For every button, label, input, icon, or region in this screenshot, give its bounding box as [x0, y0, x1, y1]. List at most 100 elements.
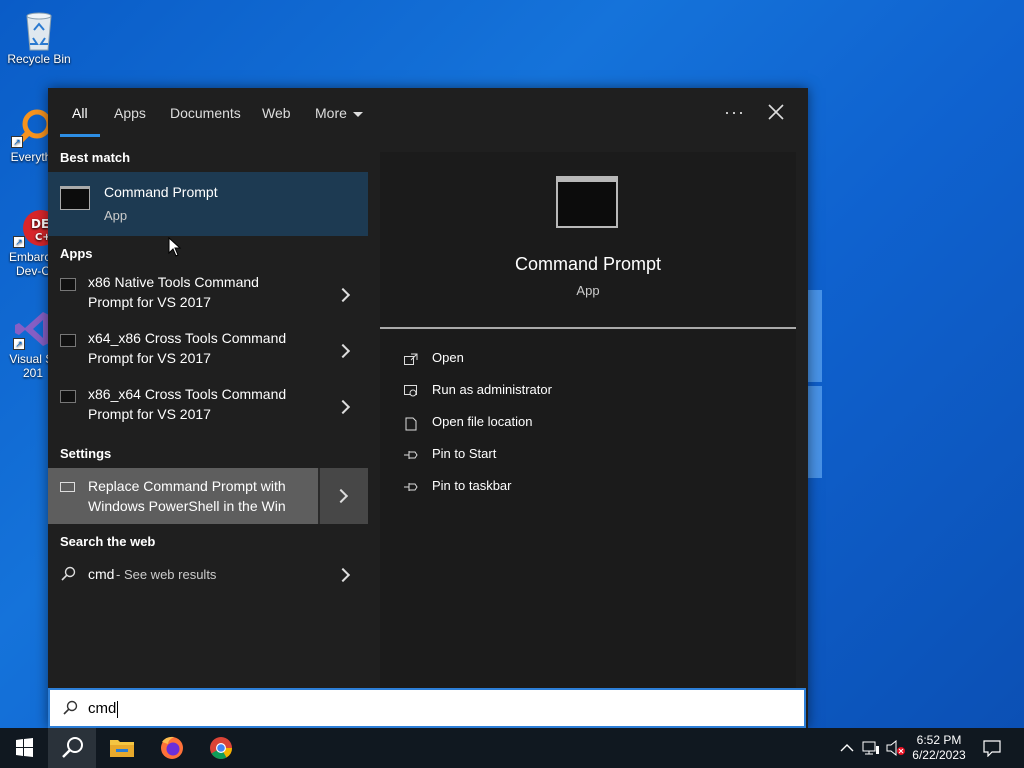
taskbar: 6:52 PM 6/22/2023 [0, 728, 1024, 768]
taskbar-firefox[interactable] [148, 728, 196, 768]
app-item-line1: x86 Native Tools Command [88, 274, 259, 290]
command-prompt-icon [60, 334, 76, 347]
tab-documents[interactable]: Documents [170, 105, 241, 121]
firefox-icon [161, 736, 183, 759]
settings-item-line2: Windows PowerShell in the Win [88, 498, 286, 514]
taskbar-search-button[interactable] [48, 728, 96, 768]
best-match-title: Command Prompt [104, 184, 218, 200]
best-match-subtitle: App [104, 208, 128, 223]
action-label: Pin to taskbar [432, 478, 512, 493]
tab-all[interactable]: All [72, 105, 88, 121]
section-settings: Settings [60, 446, 112, 461]
list-item[interactable]: x86_x64 Cross Tools Command Prompt for V… [48, 384, 368, 436]
action-run-as-admin[interactable]: Run as administrator [404, 382, 552, 397]
search-tabs: All Apps Documents Web More ··· [48, 88, 808, 140]
file-location-icon [404, 417, 418, 431]
network-icon[interactable] [862, 740, 880, 756]
action-label: Open file location [432, 414, 533, 429]
windows-logo-icon [16, 738, 33, 757]
search-icon [62, 737, 83, 758]
command-prompt-icon [60, 186, 90, 210]
settings-item-powershell[interactable]: Replace Command Prompt with Windows Powe… [48, 468, 368, 524]
command-prompt-icon [60, 390, 76, 403]
search-icon [61, 566, 76, 581]
tab-more[interactable]: More [315, 105, 363, 121]
app-item-line2: Prompt for VS 2017 [88, 406, 211, 422]
tab-web[interactable]: Web [262, 105, 291, 121]
list-item[interactable]: x86 Native Tools Command Prompt for VS 2… [48, 272, 368, 324]
recycle-bin-icon [19, 8, 59, 51]
app-item-line2: Prompt for VS 2017 [88, 350, 211, 366]
command-prompt-icon [60, 278, 76, 291]
settings-expand-button[interactable] [318, 468, 368, 524]
open-icon [404, 353, 418, 365]
everything-search-icon: ↗ [11, 106, 52, 148]
app-item-line1: x64_x86 Cross Tools Command [88, 330, 287, 346]
pin-icon [404, 449, 418, 461]
wallpaper-logo-pane [808, 290, 822, 382]
app-item-line2: Prompt for VS 2017 [88, 294, 211, 310]
settings-icon [60, 482, 75, 492]
active-tab-indicator [60, 134, 100, 137]
notification-icon[interactable] [982, 739, 1002, 757]
web-search-suffix: - See web results [116, 567, 217, 582]
taskbar-chrome[interactable] [197, 728, 245, 768]
section-best-match: Best match [60, 150, 131, 165]
chevron-right-icon [333, 488, 349, 504]
action-label: Run as administrator [432, 382, 552, 397]
search-icon [63, 700, 78, 715]
desktop-icon-recycle-bin[interactable]: Recycle Bin [4, 8, 74, 66]
desktop-icon-label: Recycle Bin [7, 52, 71, 66]
section-apps: Apps [60, 246, 93, 261]
mouse-cursor-icon [168, 237, 182, 257]
settings-item-line1: Replace Command Prompt with [88, 478, 286, 494]
folder-icon [110, 740, 134, 757]
preview-subtitle: App [576, 283, 600, 298]
action-pin-to-start[interactable]: Pin to Start [404, 446, 496, 461]
wallpaper-logo-pane [808, 386, 822, 478]
results-list: Best match Command Prompt App Apps x86 N… [48, 140, 368, 688]
chevron-right-icon[interactable] [335, 343, 351, 359]
best-match-command-prompt[interactable]: Command Prompt App [48, 172, 368, 236]
tab-more-label: More [315, 105, 347, 121]
system-clock[interactable]: 6:52 PM 6/22/2023 [906, 733, 972, 763]
close-button[interactable] [766, 102, 786, 122]
visual-studio-icon: ↗ [13, 308, 53, 350]
text-caret [117, 700, 119, 718]
preview-pane: Command Prompt App Open Run as administr… [380, 152, 796, 688]
command-prompt-icon [556, 176, 618, 228]
web-search-query: cmd [88, 566, 115, 582]
chevron-up-icon[interactable] [840, 743, 854, 753]
search-input-value: cmd [88, 700, 119, 718]
shortcut-arrow-icon: ↗ [11, 136, 23, 148]
tab-apps[interactable]: Apps [114, 105, 146, 121]
devcpp-icon: DEVC++ ↗ [13, 206, 59, 248]
chevron-right-icon[interactable] [335, 287, 351, 303]
chevron-down-icon [352, 111, 363, 117]
taskbar-file-explorer[interactable] [98, 728, 146, 768]
volume-muted-icon[interactable] [886, 740, 906, 756]
clock-time: 6:52 PM [916, 733, 962, 747]
list-item[interactable]: x64_x86 Cross Tools Command Prompt for V… [48, 328, 368, 380]
start-search-panel: All Apps Documents Web More ··· Best mat… [48, 88, 808, 728]
shortcut-arrow-icon: ↗ [13, 338, 25, 350]
chrome-icon [210, 737, 232, 759]
action-label: Pin to Start [432, 446, 497, 461]
action-open[interactable]: Open [404, 350, 464, 365]
search-text: cmd [88, 700, 117, 717]
chevron-right-icon[interactable] [335, 567, 351, 583]
section-search-web: Search the web [60, 534, 156, 549]
pin-icon [404, 481, 418, 493]
app-item-line1: x86_x64 Cross Tools Command [88, 386, 287, 402]
preview-title: Command Prompt [514, 254, 662, 274]
action-pin-to-taskbar[interactable]: Pin to taskbar [404, 478, 512, 493]
clock-date: 6/22/2023 [912, 748, 966, 762]
more-options-button[interactable]: ··· [724, 102, 745, 123]
search-input[interactable]: cmd [48, 688, 806, 728]
action-open-file-location[interactable]: Open file location [404, 414, 533, 431]
start-button[interactable] [0, 728, 48, 768]
close-icon [768, 104, 784, 120]
shortcut-arrow-icon: ↗ [13, 236, 25, 248]
web-search-item[interactable]: cmd - See web results [48, 560, 368, 592]
chevron-right-icon[interactable] [335, 399, 351, 415]
